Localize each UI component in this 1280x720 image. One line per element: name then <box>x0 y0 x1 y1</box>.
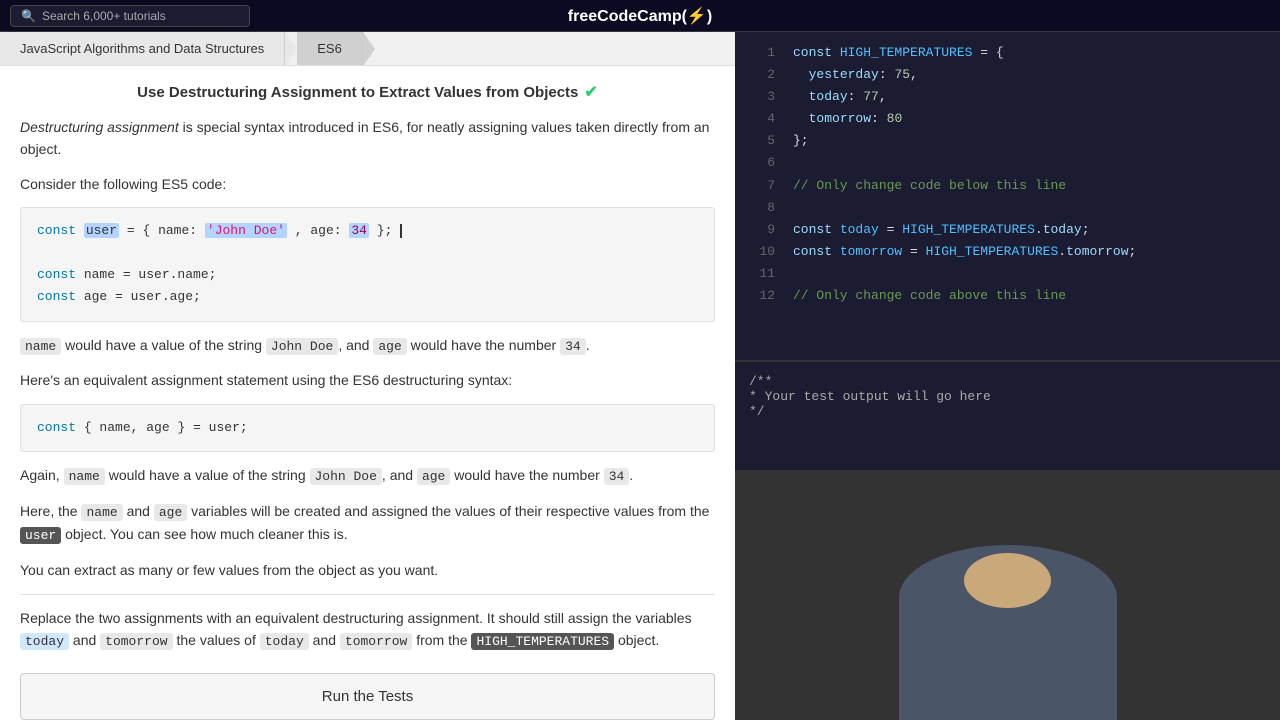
line-num-5: 5 <box>745 130 775 152</box>
video-area <box>735 470 1280 720</box>
lesson-p6: Here, the name and age variables will be… <box>20 500 715 548</box>
lesson-p4: Here's an equivalent assignment statemen… <box>20 369 715 391</box>
lesson-title: Use Destructuring Assignment to Extract … <box>20 82 715 102</box>
line-content-5: }; <box>793 130 809 152</box>
check-icon: ✔ <box>584 82 597 102</box>
video-person <box>735 470 1280 720</box>
lesson-p8: Replace the two assignments with an equi… <box>20 607 715 653</box>
inline-john-2: John Doe <box>310 468 382 485</box>
lesson-p5: Again, name would have a value of the st… <box>20 464 715 488</box>
output-area: /** * Your test output will go here */ <box>735 360 1280 470</box>
code-line-spacer <box>37 242 698 264</box>
editor-line-3: 3 today: 77, <box>735 86 1280 108</box>
breadcrumb-arrow-2 <box>363 32 375 66</box>
breadcrumb-arrow-1 <box>285 32 297 66</box>
lesson-p2: Consider the following ES5 code: <box>20 173 715 195</box>
inline-name-3: name <box>81 504 122 521</box>
line-content-2: yesterday: 75, <box>793 64 918 86</box>
site-logo: freeCodeCamp(⚡) <box>568 6 712 26</box>
code-block-2: const { name, age } = user; <box>20 404 715 452</box>
editor-line-6: 6 <box>735 152 1280 174</box>
inline-tomorrow2: tomorrow <box>340 633 412 650</box>
line-num-11: 11 <box>745 263 775 285</box>
line-num-2: 2 <box>745 64 775 86</box>
breadcrumb-bar: JavaScript Algorithms and Data Structure… <box>0 32 735 66</box>
var-user: user <box>84 223 127 238</box>
left-panel: JavaScript Algorithms and Data Structure… <box>0 32 735 720</box>
inline-name-2: name <box>64 468 105 485</box>
line-content-9: const today = HIGH_TEMPERATURES.today; <box>793 219 1090 241</box>
line-content-7: // Only change code below this line <box>793 175 1066 197</box>
search-placeholder: Search 6,000+ tutorials <box>42 9 166 23</box>
run-tests-button[interactable]: Run the Tests <box>20 673 715 720</box>
code-line-4: const age = user.age; <box>37 286 698 308</box>
p1-italic: Destructuring assignment <box>20 119 179 135</box>
output-line-3: */ <box>749 404 1266 419</box>
inline-34: 34 <box>560 338 586 355</box>
inline-name: name <box>20 338 61 355</box>
search-box[interactable]: 🔍 Search 6,000+ tutorials <box>10 5 250 27</box>
str-john: 'John Doe' <box>205 223 287 238</box>
line-num-10: 10 <box>745 241 775 263</box>
line-num-1: 1 <box>745 42 775 64</box>
editor-line-12: 12 // Only change code above this line <box>735 285 1280 307</box>
cursor <box>400 224 402 238</box>
top-bar: 🔍 Search 6,000+ tutorials freeCodeCamp(⚡… <box>0 0 1280 32</box>
inline-34-2: 34 <box>604 468 630 485</box>
brace-open: { <box>142 223 158 238</box>
breadcrumb-item-2[interactable]: ES6 <box>297 32 363 65</box>
inline-age-2: age <box>417 468 450 485</box>
prop-name: name <box>158 223 189 238</box>
editor-line-2: 2 yesterday: 75, <box>735 64 1280 86</box>
inline-today: today <box>20 633 69 650</box>
line-content-1: const HIGH_TEMPERATURES = { <box>793 42 1004 64</box>
code-line-3: const name = user.name; <box>37 264 698 286</box>
code-block-1: const user = { name: 'John Doe' , age: 3… <box>20 207 715 321</box>
lesson-p7: You can extract as many or few values fr… <box>20 559 715 581</box>
lesson-content: Use Destructuring Assignment to Extract … <box>0 66 735 720</box>
editor-line-5: 5 }; <box>735 130 1280 152</box>
prop-age: age <box>310 223 333 238</box>
inline-tomorrow: tomorrow <box>100 633 172 650</box>
code-line-1: const user = { name: 'John Doe' , age: 3… <box>37 220 698 242</box>
editor-line-4: 4 tomorrow: 80 <box>735 108 1280 130</box>
breadcrumb-item-1[interactable]: JavaScript Algorithms and Data Structure… <box>0 32 285 65</box>
line-content-3: today: 77, <box>793 86 887 108</box>
inline-age: age <box>373 338 406 355</box>
kw-const: const <box>37 223 76 238</box>
editor-line-9: 9 const today = HIGH_TEMPERATURES.today; <box>735 219 1280 241</box>
separator <box>20 594 715 595</box>
output-line-2: * Your test output will go here <box>749 389 1266 404</box>
line-num-9: 9 <box>745 219 775 241</box>
line-num-3: 3 <box>745 86 775 108</box>
num-34: 34 <box>349 223 369 238</box>
editor-line-8: 8 <box>735 197 1280 219</box>
line-content-10: const tomorrow = HIGH_TEMPERATURES.tomor… <box>793 241 1136 263</box>
inline-today2: today <box>260 633 309 650</box>
line-content-4: tomorrow: 80 <box>793 108 902 130</box>
inline-user: user <box>20 527 61 544</box>
right-panel: 1 const HIGH_TEMPERATURES = { 2 yesterda… <box>735 32 1280 720</box>
inline-johndoe: John Doe <box>266 338 338 355</box>
editor-line-1: 1 const HIGH_TEMPERATURES = { <box>735 42 1280 64</box>
lesson-p3: name would have a value of the string Jo… <box>20 334 715 358</box>
search-icon: 🔍 <box>21 9 36 23</box>
equals: = <box>127 223 143 238</box>
editor-line-7: 7 // Only change code below this line <box>735 175 1280 197</box>
output-line-1: /** <box>749 374 1266 389</box>
editor-line-11: 11 <box>735 263 1280 285</box>
inline-high-temp: HIGH_TEMPERATURES <box>471 633 614 650</box>
line-num-7: 7 <box>745 175 775 197</box>
code-line-dest: const { name, age } = user; <box>37 417 698 439</box>
editor-line-10: 10 const tomorrow = HIGH_TEMPERATURES.to… <box>735 241 1280 263</box>
main-wrapper: JavaScript Algorithms and Data Structure… <box>0 32 1280 720</box>
inline-age-3: age <box>154 504 187 521</box>
lesson-p1: Destructuring assignment is special synt… <box>20 116 715 161</box>
code-editor[interactable]: 1 const HIGH_TEMPERATURES = { 2 yesterda… <box>735 32 1280 360</box>
line-num-6: 6 <box>745 152 775 174</box>
line-num-8: 8 <box>745 197 775 219</box>
line-num-4: 4 <box>745 108 775 130</box>
line-num-12: 12 <box>745 285 775 307</box>
line-content-12: // Only change code above this line <box>793 285 1066 307</box>
